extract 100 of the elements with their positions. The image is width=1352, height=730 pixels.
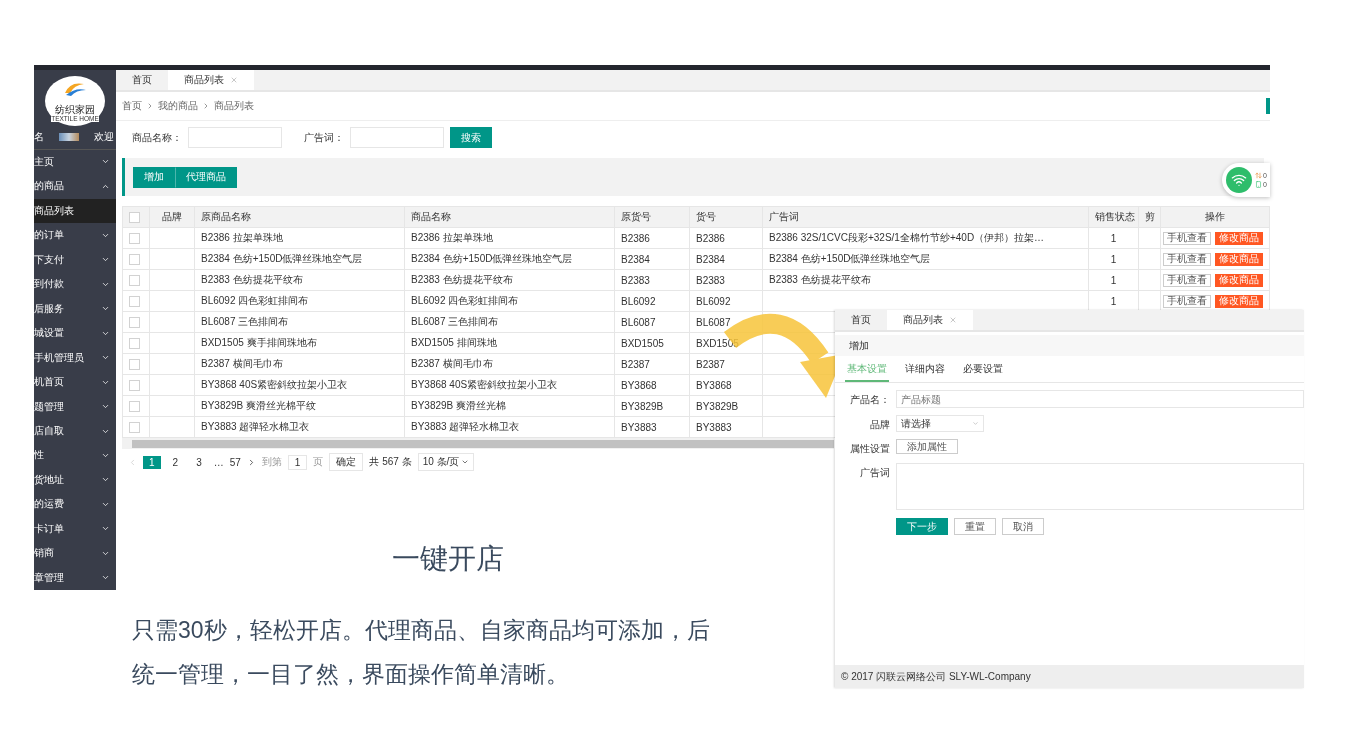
tab[interactable]: 首页 (835, 310, 887, 330)
sidebar-item[interactable]: 店自取 (34, 418, 116, 444)
breadcrumb-link[interactable]: 首页 (122, 99, 142, 113)
description: 只需30秒，轻松开店。代理商品、自家商品均可添加，后统一管理，一目了然，界面操作简单清晰。 (132, 616, 711, 689)
checkbox[interactable] (129, 274, 140, 286)
breadcrumb-link[interactable]: 商品列表 (214, 99, 254, 113)
sidebar-item[interactable]: 货地址 (34, 467, 116, 493)
sidebar-item[interactable]: 卡订单 (34, 516, 116, 542)
sidebar-item[interactable]: 主页 (34, 149, 116, 175)
table-cell: BY3829B 爽滑丝光棉平纹 (194, 395, 405, 417)
column-header: 原商品名称 (194, 206, 405, 228)
sidebar-item[interactable]: 到付款 (34, 271, 116, 297)
confirm-button[interactable]: 确定 (329, 453, 364, 471)
form-tab[interactable]: 详细内容 (903, 362, 947, 382)
horizontal-scrollbar[interactable] (122, 438, 834, 449)
checkbox[interactable] (129, 358, 140, 370)
table-cell: BY3868 (614, 374, 690, 396)
page-link[interactable]: 3 (190, 455, 208, 469)
toolbar-title: 增加 (849, 338, 869, 353)
column-header: 商品名称 (404, 206, 615, 228)
table-cell: B2384 (689, 248, 763, 270)
sidebar-item[interactable]: 章管理 (34, 565, 116, 590)
sidebar-item[interactable]: 销商 (34, 541, 116, 566)
form-button[interactable]: 重置 (954, 518, 996, 535)
sidebar-item[interactable]: 后服务 (34, 296, 116, 321)
table-cell: BL6092 四色彩虹排间布 (404, 290, 615, 312)
column-header: 销售状态 (1088, 206, 1139, 228)
toolbar-button[interactable]: 代理商品 (175, 166, 237, 188)
checkbox[interactable] (129, 211, 140, 223)
page-size-select[interactable]: 10 条/页 (417, 453, 475, 471)
page-link[interactable]: 2 (166, 455, 185, 469)
checkbox[interactable] (129, 295, 140, 307)
table-cell: 1 (1088, 227, 1139, 249)
sidebar-item[interactable]: 的订单 (34, 223, 116, 248)
table-cell: BY3883 (614, 416, 690, 438)
table-cell: BY3883 超弹轻水棉卫衣 (404, 416, 615, 438)
form-button[interactable]: 下一步 (896, 518, 948, 535)
input-field[interactable]: 产品标题 (896, 390, 1304, 408)
table-cell: BY3868 (689, 374, 763, 396)
table-cell: BY3829B (614, 395, 690, 417)
checkbox[interactable] (129, 421, 140, 433)
sidebar-item[interactable]: 题管理 (34, 394, 116, 419)
blurred-username (59, 133, 79, 141)
sidebar-item[interactable]: 下支付 (34, 247, 116, 272)
welcome-text: 欢迎 (94, 130, 114, 144)
prev-icon[interactable] (128, 457, 137, 467)
table-cell: B2386 拉架单珠地 (404, 227, 615, 249)
view-button[interactable]: 手机查看 (1163, 273, 1211, 287)
table-cell: B2386 (614, 227, 690, 249)
close-icon[interactable] (230, 76, 238, 84)
checkbox[interactable] (129, 337, 140, 349)
tab[interactable]: 首页 (116, 70, 168, 90)
field-label: 广告词： (304, 130, 344, 145)
table-cell: B2384 色纺+150D低弹丝珠地空气层 (404, 248, 615, 270)
sidebar-item[interactable]: 城设置 (34, 320, 116, 346)
tab[interactable]: 商品列表 (168, 70, 254, 90)
textarea-field[interactable] (896, 463, 1304, 510)
chevron-icon (146, 102, 154, 110)
total-count: 共 567 条 (369, 455, 412, 469)
page-input[interactable]: 1 (287, 454, 308, 470)
view-button[interactable]: 手机查看 (1163, 231, 1211, 245)
table-cell: BL6087 三色排间布 (404, 311, 615, 333)
sidebar-item[interactable]: 性 (34, 443, 116, 468)
sidebar-item[interactable]: 机首页 (34, 369, 116, 395)
table-cell: BY3829B 爽滑丝光棉 (404, 395, 615, 417)
input-field[interactable] (188, 127, 282, 148)
view-button[interactable]: 手机查看 (1163, 294, 1211, 308)
table-cell: B2384 色纺+150D低弹丝珠地空气层 (194, 248, 405, 270)
close-icon[interactable] (949, 316, 957, 324)
checkbox[interactable] (129, 232, 140, 244)
view-button[interactable]: 手机查看 (1163, 252, 1211, 266)
search-button[interactable]: 搜索 (450, 127, 492, 148)
input-field[interactable] (350, 127, 444, 148)
form-tab[interactable]: 必要设置 (961, 362, 1005, 382)
sidebar-item[interactable]: 的运费 (34, 492, 116, 517)
checkbox[interactable] (129, 400, 140, 412)
table-cell: BL6092 (689, 290, 763, 312)
column-header: 原货号 (614, 206, 690, 228)
brand-select[interactable]: 请选择 (896, 415, 984, 432)
wifi-icon (1226, 167, 1252, 193)
checkbox[interactable] (129, 379, 140, 391)
page-link[interactable]: 1 (143, 455, 161, 469)
table-cell: B2387 (689, 353, 763, 375)
table-cell: BL6092 四色彩虹排间布 (194, 290, 405, 312)
tab[interactable]: 商品列表 (887, 310, 973, 330)
sidebar-item[interactable]: 的商品 (34, 174, 116, 199)
table-cell: B2386 拉架单珠地 (194, 227, 405, 249)
copyright: © 2017 闪联云网络公司 SLY-WL-Company (841, 669, 1031, 684)
breadcrumb-link[interactable]: 我的商品 (158, 99, 198, 113)
add-attribute-button[interactable]: 添加属性 (896, 439, 958, 454)
toolbar-button[interactable]: 增加 (133, 166, 175, 188)
sidebar-item[interactable]: 手机管理员 (34, 345, 116, 370)
checkbox[interactable] (129, 316, 140, 328)
table-cell: 1 (1088, 269, 1139, 291)
checkbox[interactable] (129, 253, 140, 265)
table-cell: BXD1505 爽手排间珠地布 (194, 332, 405, 354)
sidebar-subitem[interactable]: 商品列表 (34, 198, 116, 224)
table-cell: BY3883 超弹轻水棉卫衣 (194, 416, 405, 438)
form-button[interactable]: 取消 (1002, 518, 1044, 535)
page-link[interactable]: 57 (229, 456, 241, 468)
